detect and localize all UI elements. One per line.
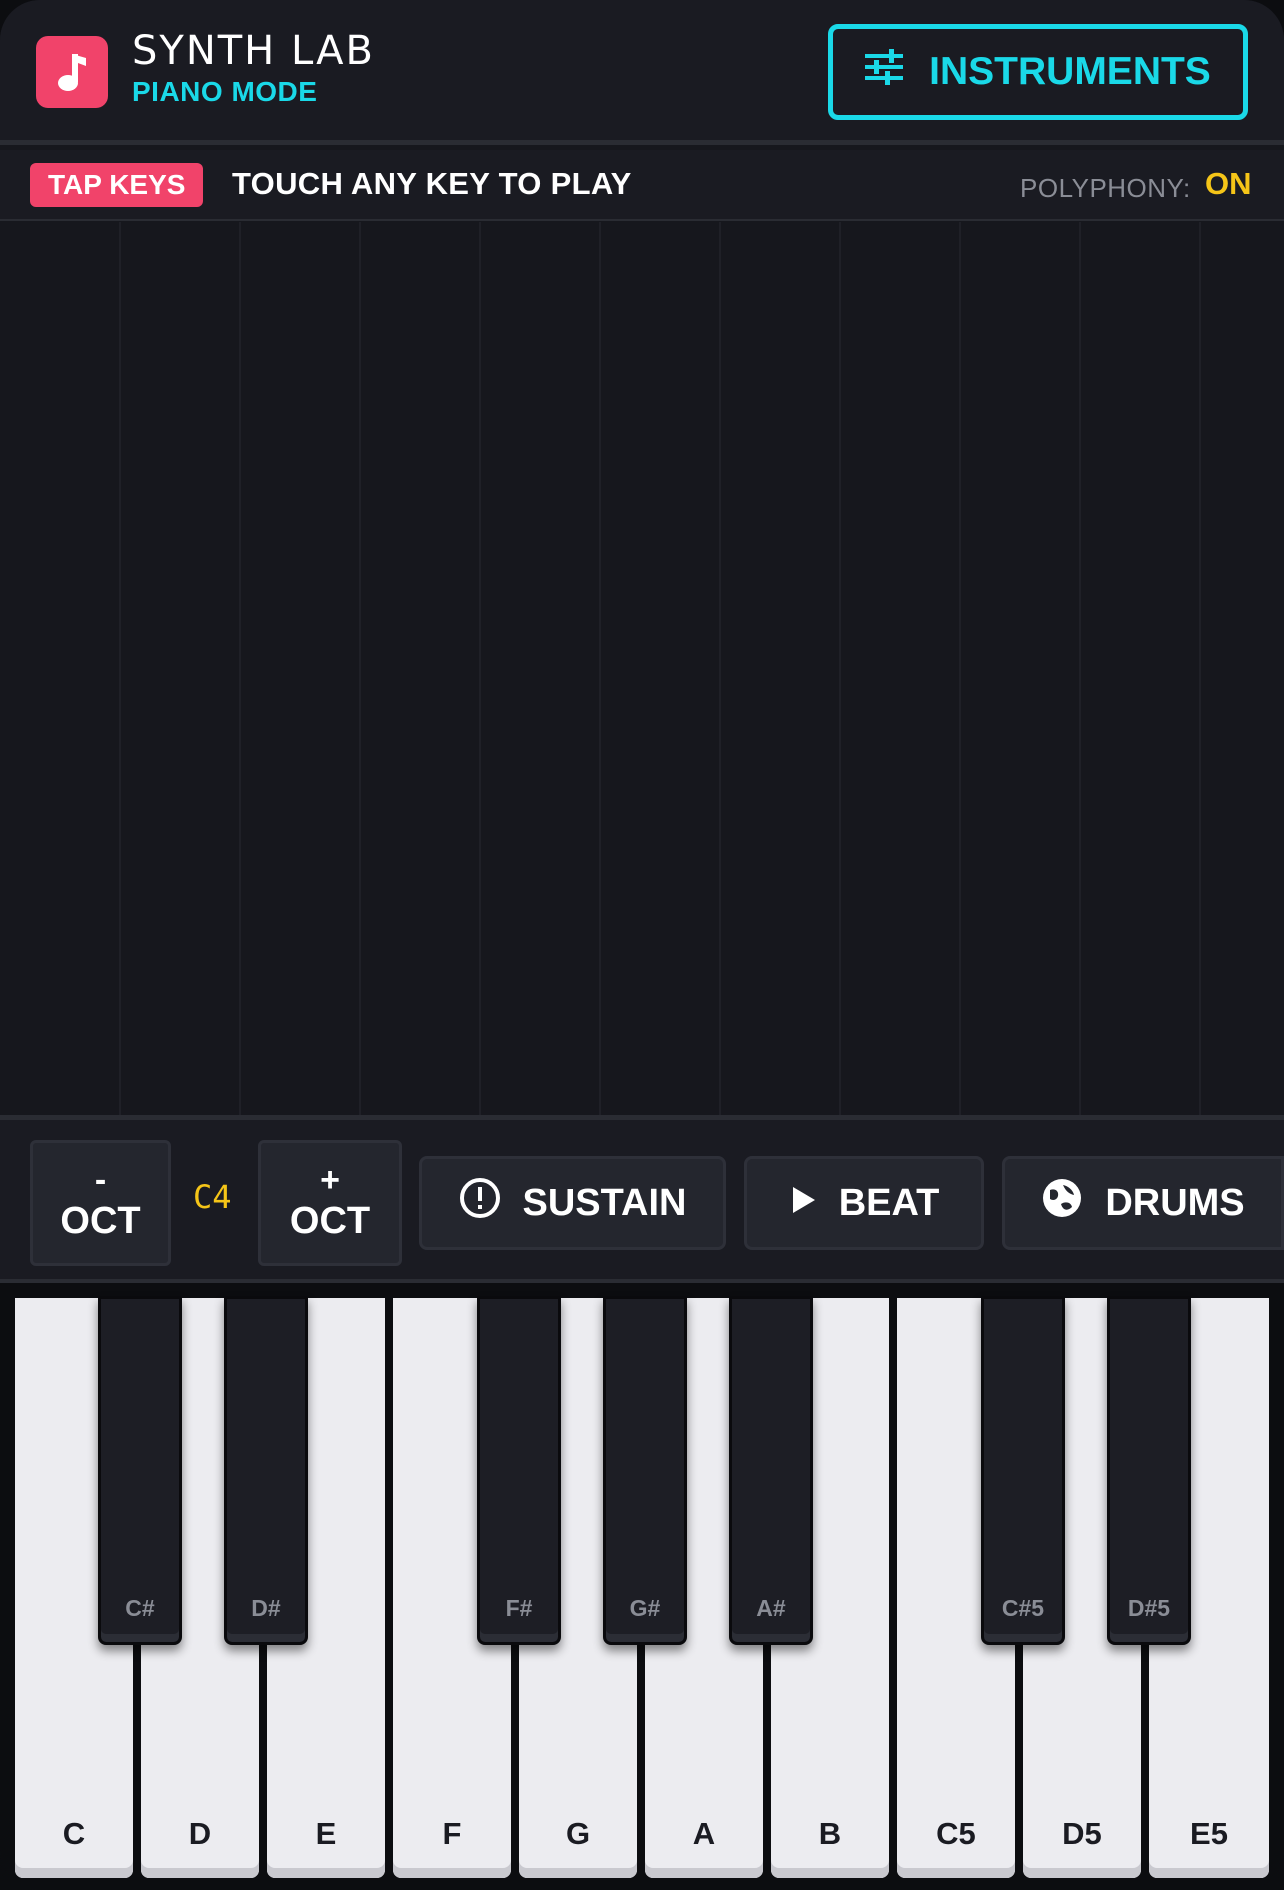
black-key[interactable]: G#	[603, 1296, 687, 1645]
grid-line	[479, 222, 481, 1115]
black-key-label: D#	[251, 1595, 281, 1621]
grid-line	[599, 222, 601, 1115]
music-note-icon	[36, 36, 108, 108]
white-key-label: B	[818, 1816, 842, 1851]
octave-up-label: OCT	[289, 1200, 371, 1242]
grid-line	[959, 222, 961, 1115]
grid-line	[119, 222, 121, 1115]
drum-icon	[1041, 1177, 1083, 1229]
white-key-label: F	[442, 1816, 462, 1851]
app-title: SYNTH LAB	[132, 28, 375, 74]
black-key[interactable]: D#	[224, 1296, 308, 1645]
white-key-label: E5	[1190, 1816, 1228, 1851]
black-key-label: C#	[125, 1595, 155, 1621]
minus-sign: -	[94, 1161, 107, 1199]
white-key-label: D5	[1062, 1816, 1102, 1851]
black-key-label: C#5	[1001, 1595, 1045, 1621]
polyphony-value[interactable]: ON	[1205, 166, 1252, 202]
polyphony-label: POLYPHONY:	[1020, 173, 1191, 203]
white-key-label: G	[565, 1816, 591, 1851]
white-key-label: E	[315, 1816, 337, 1851]
instruments-button[interactable]: INSTRUMENTS	[828, 24, 1248, 120]
white-key-label: A	[692, 1816, 716, 1851]
black-key[interactable]: C#	[98, 1296, 182, 1645]
grid-line	[1199, 222, 1201, 1115]
black-key-label: D#5	[1127, 1595, 1171, 1621]
grid-line	[839, 222, 841, 1115]
instruments-label: INSTRUMENTS	[929, 50, 1211, 93]
black-key[interactable]: F#	[477, 1296, 561, 1645]
black-key[interactable]: D#5	[1107, 1296, 1191, 1645]
octave-down-label: OCT	[60, 1200, 141, 1242]
beat-label: BEAT	[838, 1181, 940, 1224]
grid-line	[1079, 222, 1081, 1115]
plus-sign: +	[320, 1161, 340, 1199]
grid-line	[239, 222, 241, 1115]
sustain-button[interactable]: SUSTAIN	[419, 1156, 726, 1250]
beat-button[interactable]: BEAT	[744, 1156, 984, 1250]
sustain-label: SUSTAIN	[522, 1181, 687, 1224]
note-visualizer	[0, 222, 1284, 1115]
black-key[interactable]: C#5	[981, 1296, 1065, 1645]
black-key-label: F#	[505, 1595, 533, 1621]
info-bar: TAP KEYS TOUCH ANY KEY TO PLAY POLYPHONY…	[0, 150, 1284, 221]
synth-app: SYNTH LAB PIANO MODE INSTRUMENTS TAP KEY…	[0, 0, 1284, 1890]
grid-line	[359, 222, 361, 1115]
white-key-label: C	[62, 1816, 86, 1851]
drums-label: DRUMS	[1105, 1181, 1245, 1224]
octave-value: C4	[193, 1178, 232, 1216]
black-key-label: G#	[629, 1595, 661, 1621]
black-key-label: A#	[756, 1595, 786, 1621]
tap-keys-badge: TAP KEYS	[30, 163, 204, 207]
octave-down-button[interactable]: - OCT	[30, 1140, 171, 1266]
mode-subtitle: PIANO MODE	[132, 76, 318, 107]
octave-up-button[interactable]: + OCT	[258, 1140, 402, 1266]
play-icon	[789, 1182, 817, 1225]
piano-keyboard: C D E F G A B C5 D5 E5 C# D# F# G# A# C#5 D#5	[0, 1283, 1284, 1890]
drums-button[interactable]: DRUMS	[1002, 1156, 1284, 1250]
grid-line	[719, 222, 721, 1115]
white-key-label: C5	[936, 1816, 976, 1851]
play-hint: TOUCH ANY KEY TO PLAY	[232, 166, 632, 201]
header: SYNTH LAB PIANO MODE INSTRUMENTS	[0, 0, 1284, 145]
black-key[interactable]: A#	[729, 1296, 813, 1645]
alert-circle-icon	[459, 1177, 501, 1229]
white-key-label: D	[188, 1816, 212, 1851]
sliders-icon	[865, 49, 904, 95]
